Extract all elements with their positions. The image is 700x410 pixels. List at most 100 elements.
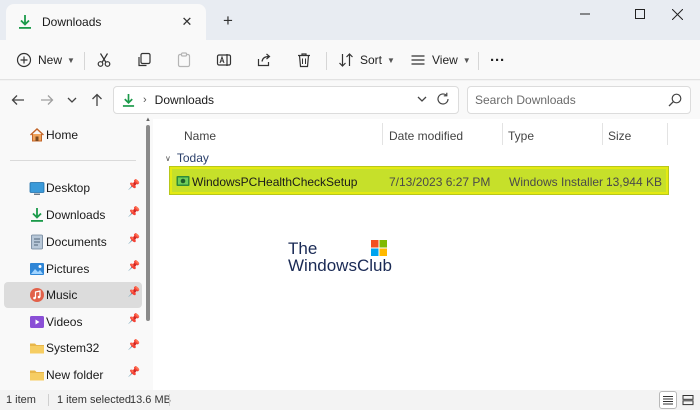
close-window-button[interactable] bbox=[654, 0, 700, 28]
minimize-button[interactable] bbox=[562, 0, 608, 28]
details-view-icon bbox=[663, 396, 673, 405]
search-box[interactable] bbox=[467, 86, 691, 114]
minimize-icon bbox=[580, 13, 590, 15]
sidebar-item-pictures[interactable]: Pictures 📌 bbox=[4, 256, 142, 282]
sort-button[interactable]: Sort ▼ bbox=[338, 46, 395, 74]
folder-icon bbox=[30, 370, 44, 381]
trash-icon bbox=[298, 53, 310, 68]
address-bar[interactable]: › Downloads bbox=[113, 86, 459, 114]
more-icon: ··· bbox=[490, 51, 505, 69]
music-icon bbox=[30, 288, 44, 302]
arrow-up-icon bbox=[92, 93, 102, 106]
sidebar-item-documents[interactable]: Documents 📌 bbox=[4, 229, 142, 255]
file-size: 13,944 KB bbox=[605, 175, 662, 189]
view-label: View bbox=[432, 53, 458, 67]
navigation-row: › Downloads bbox=[0, 81, 700, 119]
file-row[interactable]: WindowsPCHealthCheckSetup 7/13/2023 6:27… bbox=[169, 166, 669, 195]
arrow-left-icon bbox=[11, 95, 24, 105]
cut-button[interactable] bbox=[96, 46, 112, 74]
sidebar-item-videos[interactable]: Videos 📌 bbox=[4, 309, 142, 335]
delete-button[interactable] bbox=[296, 46, 312, 74]
column-header-name[interactable]: Name bbox=[184, 126, 216, 146]
maximize-icon bbox=[635, 9, 645, 19]
folder-icon bbox=[30, 343, 44, 354]
column-header-date[interactable]: Date modified bbox=[389, 126, 463, 146]
chevron-down-icon: ∨ bbox=[165, 153, 171, 163]
sidebar-scrollbar-thumb[interactable] bbox=[146, 125, 150, 321]
recent-locations-button[interactable] bbox=[62, 90, 82, 110]
watermark-text: WindowsClub bbox=[288, 256, 392, 275]
status-bar: 1 item 1 item selected 13.6 MB bbox=[0, 390, 700, 410]
group-header-today[interactable]: ∨ Today bbox=[165, 151, 209, 165]
tiles-view-button[interactable] bbox=[679, 391, 697, 409]
copy-button[interactable] bbox=[136, 46, 152, 74]
copy-icon bbox=[138, 52, 151, 67]
column-divider[interactable] bbox=[602, 123, 603, 145]
chevron-down-icon: ▼ bbox=[67, 55, 75, 65]
forward-button[interactable] bbox=[37, 90, 57, 110]
address-history-dropdown[interactable] bbox=[416, 93, 428, 108]
column-divider[interactable] bbox=[502, 123, 503, 145]
refresh-button[interactable] bbox=[436, 92, 450, 109]
pin-icon[interactable]: 📌 bbox=[128, 287, 140, 298]
new-label: New bbox=[38, 53, 63, 67]
breadcrumb-downloads[interactable]: Downloads bbox=[155, 93, 214, 107]
status-divider bbox=[48, 394, 49, 406]
back-button[interactable] bbox=[8, 90, 28, 110]
tab-downloads[interactable]: Downloads ✕ bbox=[6, 4, 206, 40]
sidebar-item-system32[interactable]: System32 📌 bbox=[4, 335, 142, 361]
scissors-icon bbox=[97, 53, 111, 67]
rename-icon bbox=[216, 54, 232, 66]
more-options-button[interactable]: ··· bbox=[490, 46, 505, 74]
download-icon bbox=[19, 15, 31, 29]
details-view-button[interactable] bbox=[659, 391, 677, 409]
pin-icon[interactable]: 📌 bbox=[128, 314, 140, 325]
view-button[interactable]: View ▼ bbox=[410, 46, 471, 74]
group-label: Today bbox=[176, 151, 209, 165]
windows-logo-icon bbox=[371, 240, 387, 256]
pin-icon[interactable]: 📌 bbox=[128, 180, 140, 191]
title-bar: Downloads ✕ + bbox=[0, 0, 700, 40]
chevron-down-icon: ▼ bbox=[387, 55, 395, 65]
share-icon bbox=[257, 53, 271, 67]
pin-icon[interactable]: 📌 bbox=[128, 261, 140, 272]
new-button[interactable]: New ▼ bbox=[16, 46, 75, 74]
column-header-type[interactable]: Type bbox=[508, 126, 534, 146]
watermark-logo: The WindowsClub bbox=[288, 239, 398, 279]
item-count: 1 item bbox=[6, 394, 36, 406]
up-button[interactable] bbox=[87, 90, 107, 110]
rename-button[interactable] bbox=[216, 46, 232, 74]
sidebar-divider bbox=[10, 160, 136, 161]
sidebar-item-downloads[interactable]: Downloads 📌 bbox=[4, 202, 142, 228]
file-type: Windows Installer ... bbox=[509, 175, 617, 189]
toolbar-divider bbox=[326, 52, 327, 70]
tiles-view-icon bbox=[682, 395, 694, 406]
toolbar-divider bbox=[478, 52, 479, 70]
sidebar-item-label: Pictures bbox=[46, 262, 90, 276]
status-divider bbox=[169, 394, 170, 406]
sort-label: Sort bbox=[360, 53, 383, 67]
paste-icon bbox=[177, 52, 191, 68]
pin-icon[interactable]: 📌 bbox=[128, 367, 140, 378]
sidebar-item-music[interactable]: Music 📌 bbox=[4, 282, 142, 308]
sidebar-item-label: New folder bbox=[46, 368, 104, 382]
new-tab-button[interactable]: + bbox=[218, 11, 238, 31]
close-tab-icon[interactable]: ✕ bbox=[178, 13, 196, 31]
column-divider[interactable] bbox=[382, 123, 383, 145]
scroll-up-icon[interactable]: ▲ bbox=[145, 117, 151, 123]
search-icon bbox=[668, 93, 682, 110]
sidebar-item-new-folder[interactable]: New folder 📌 bbox=[4, 362, 142, 388]
pin-icon[interactable]: 📌 bbox=[128, 340, 140, 351]
search-input[interactable] bbox=[475, 93, 665, 107]
selected-size: 13.6 MB bbox=[130, 394, 171, 406]
paste-button[interactable] bbox=[176, 46, 192, 74]
sidebar-item-home[interactable]: Home bbox=[4, 122, 142, 148]
pin-icon[interactable]: 📌 bbox=[128, 207, 140, 218]
sidebar-item-desktop[interactable]: Desktop 📌 bbox=[4, 175, 142, 201]
share-button[interactable] bbox=[256, 46, 272, 74]
arrow-right-icon bbox=[41, 95, 54, 105]
column-header-size[interactable]: Size bbox=[608, 126, 631, 146]
pin-icon[interactable]: 📌 bbox=[128, 234, 140, 245]
column-divider[interactable] bbox=[667, 123, 668, 145]
navigation-pane: Home Desktop 📌 Downloads 📌 Documents 📌 P… bbox=[0, 117, 153, 390]
